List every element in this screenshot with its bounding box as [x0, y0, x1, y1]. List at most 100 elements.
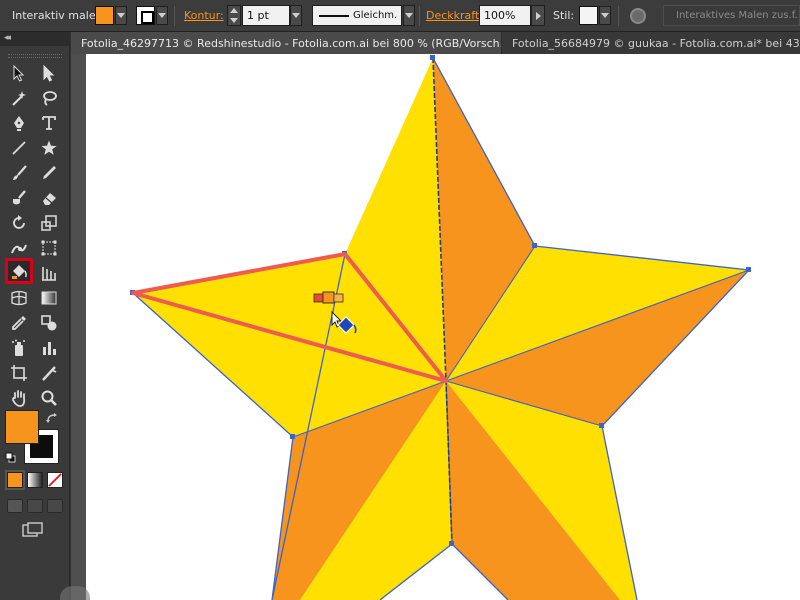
stroke-dropdown-icon[interactable] [156, 6, 168, 25]
type-tool[interactable] [37, 112, 61, 134]
perspective-grid-tool[interactable] [37, 262, 61, 284]
live-paint-bucket-icon [12, 265, 27, 279]
mesh-icon [11, 290, 27, 306]
width-icon [11, 244, 27, 254]
symbol-sprayer-tool[interactable] [7, 337, 31, 359]
blob-brush-tool[interactable] [7, 187, 31, 209]
pencil-icon [43, 166, 56, 179]
stroke-profile-select[interactable]: Gleichm. [312, 5, 402, 26]
color-mode-button[interactable] [5, 470, 25, 490]
draw-inside-button[interactable] [47, 499, 63, 513]
fill-dropdown-icon[interactable] [115, 6, 127, 25]
style-label: Stil: [553, 9, 575, 22]
divider [419, 6, 420, 26]
tab-label: Fotolia_56684979 © guukaa - Fotolia.com.… [512, 37, 800, 50]
current-tool-label: Interaktiv malen [12, 9, 103, 22]
stroke-weight-dropdown-icon[interactable] [290, 5, 302, 26]
gradient-mode-button[interactable] [27, 472, 43, 488]
zoom-icon [41, 390, 57, 406]
star-tool[interactable] [37, 137, 61, 159]
rotate-tool[interactable] [7, 212, 31, 234]
gradient-tool[interactable] [37, 287, 61, 309]
live-paint-bucket-tool[interactable] [5, 258, 33, 284]
perspective-grid-icon [42, 267, 56, 281]
stroke-link[interactable]: Kontur: [184, 9, 224, 22]
blend-icon [41, 315, 57, 331]
selection-icon [13, 64, 25, 82]
opacity-input[interactable]: 100% [479, 5, 531, 26]
mesh-tool[interactable] [7, 287, 31, 309]
profile-dropdown-icon[interactable] [403, 5, 415, 26]
stroke-weight-stepper[interactable] [227, 5, 241, 26]
star-icon [41, 140, 57, 155]
none-mode-button[interactable] [47, 472, 63, 488]
scale-icon [41, 215, 57, 231]
eraser-tool[interactable] [37, 187, 61, 209]
stroke-color-swatch[interactable] [136, 6, 155, 25]
free-transform-icon [41, 240, 57, 256]
stroke-weight-input[interactable]: 1 pt [242, 5, 290, 26]
opacity-slider-icon[interactable] [531, 5, 545, 26]
free-transform-tool[interactable] [37, 237, 61, 259]
selection-tool[interactable] [7, 62, 31, 84]
swap-colors-icon[interactable] [46, 412, 58, 424]
control-bar: Interaktiv malen Kontur: 1 pt Gleichm. D… [0, 0, 800, 32]
artboard-tool[interactable] [7, 362, 31, 384]
eyedropper-icon [12, 316, 26, 330]
zoom-tool[interactable] [37, 387, 61, 409]
slice-icon [42, 366, 57, 381]
recolor-artwork-icon[interactable] [630, 8, 646, 24]
pencil-tool[interactable] [37, 162, 61, 184]
pen-icon [14, 116, 24, 131]
opacity-link[interactable]: Deckkraft: [426, 9, 483, 22]
canvas-scroll-indicator [60, 586, 90, 600]
rotate-icon [13, 215, 25, 229]
direct-selection-tool[interactable] [37, 62, 61, 84]
magic-wand-tool[interactable] [7, 87, 31, 109]
hand-tool[interactable] [7, 387, 31, 409]
cursor-swatch-right [333, 293, 344, 303]
direct-selection-icon [43, 64, 55, 82]
toolbox-header: ◂◂ [0, 32, 70, 46]
blend-tool[interactable] [37, 312, 61, 334]
cursor-swatch-left [313, 293, 324, 303]
style-swatch[interactable] [579, 6, 598, 25]
draw-normal-button[interactable] [7, 499, 23, 513]
symbol-sprayer-icon [12, 339, 25, 356]
tab-document-2[interactable]: Fotolia_56684979 © guukaa - Fotolia.com.… [502, 32, 800, 54]
width-tool[interactable] [7, 237, 31, 259]
line-icon [12, 141, 26, 155]
paintbrush-tool[interactable] [7, 162, 31, 184]
lasso-icon [43, 91, 57, 106]
draw-behind-button[interactable] [27, 499, 43, 513]
scale-tool[interactable] [37, 212, 61, 234]
column-graph-tool[interactable] [37, 337, 61, 359]
document-tabs: Fotolia_46297713 © Redshinestudio - Foto… [71, 32, 800, 54]
eyedropper-tool[interactable] [7, 312, 31, 334]
profile-label: Gleichm. [353, 10, 398, 21]
style-dropdown-icon[interactable] [599, 6, 611, 25]
tab-document-1[interactable]: Fotolia_46297713 © Redshinestudio - Foto… [71, 32, 501, 54]
eraser-icon [43, 193, 56, 205]
toolbox: ◂◂ [0, 32, 70, 600]
gradient-icon [41, 291, 57, 305]
type-icon [42, 116, 56, 130]
divider [618, 6, 619, 26]
fill-color-swatch[interactable] [95, 6, 114, 25]
column-graph-icon [43, 342, 56, 355]
magic-wand-icon [12, 91, 26, 106]
collapse-icon[interactable]: ◂◂ [4, 33, 11, 43]
divider [174, 6, 175, 26]
fill-color-box[interactable] [5, 410, 39, 444]
toolbox-grip[interactable] [8, 54, 62, 58]
blob-brush-icon [13, 190, 26, 205]
live-paint-merge-button[interactable]: Interaktives Malen zus.f... [663, 5, 800, 26]
none-icon [48, 473, 62, 487]
screen-mode-icon[interactable] [22, 522, 44, 538]
pen-tool[interactable] [7, 112, 31, 134]
default-colors-icon[interactable] [5, 452, 16, 463]
slice-tool[interactable] [37, 362, 61, 384]
paintbrush-icon [13, 165, 27, 180]
line-tool[interactable] [7, 137, 31, 159]
lasso-tool[interactable] [37, 87, 61, 109]
